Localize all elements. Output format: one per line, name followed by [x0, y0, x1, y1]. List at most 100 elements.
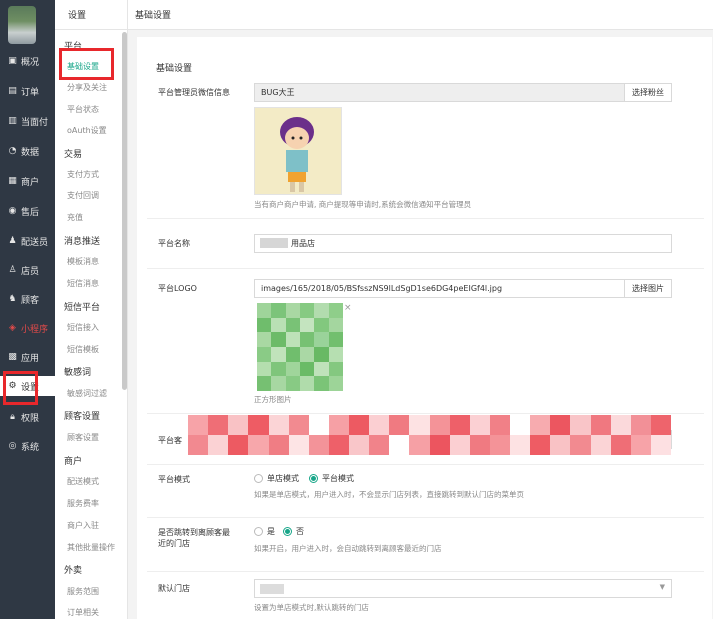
admin-field: BUG大王 — [254, 83, 625, 102]
subnav-customer-settings[interactable]: 顾客设置 — [67, 432, 99, 443]
divider — [147, 571, 704, 572]
divider — [147, 268, 704, 269]
subnav-delivery-mode[interactable]: 配送模式 — [67, 476, 99, 487]
subnav-sms-msg[interactable]: 短信消息 — [67, 278, 99, 289]
subnav-service-rate[interactable]: 服务费率 — [67, 498, 99, 509]
jump-store-hint: 如果开启，用户进入时，会自动跳转到离顾客最近的门店 — [254, 544, 442, 553]
settings-sidebar-title: 设置 — [55, 0, 128, 30]
settings-form: 基础设置 平台管理员微信信息 BUG大王 选择粉丝 当有商户商户申请, 商户提现… — [137, 37, 712, 619]
sidebar-scrollbar[interactable] — [122, 32, 127, 390]
divider — [147, 218, 704, 219]
nav-miniapp[interactable]: ◈ 小程序 — [0, 318, 55, 338]
nav-aftersale[interactable]: ◉ 售后 — [0, 201, 55, 221]
avatar[interactable] — [8, 6, 36, 44]
radio-single-store[interactable]: 单店模式 — [254, 473, 299, 484]
platform-name-label: 平台名称 — [158, 239, 190, 248]
subnav-pay-callback[interactable]: 支付回调 — [67, 190, 99, 201]
divider — [147, 517, 704, 518]
admin-hint: 当有商户商户申请, 商户提现等申请时,系统会微信通知平台管理员 — [254, 200, 472, 209]
clerk-icon: ♙ — [8, 265, 17, 275]
redaction-overlay — [188, 415, 671, 455]
subnav-template-msg[interactable]: 模板消息 — [67, 256, 99, 267]
logo-preview — [257, 303, 343, 391]
chevron-down-icon: ▼ — [659, 583, 665, 591]
nav-overview[interactable]: ▣ 概况 — [0, 51, 55, 71]
subnav-sms-access[interactable]: 短信接入 — [67, 322, 99, 333]
nav-customer[interactable]: ♞ 顾客 — [0, 289, 55, 309]
cartoon-avatar-icon — [255, 108, 341, 194]
nav-settings[interactable]: ⚙ 设置 — [0, 376, 55, 396]
subnav-share[interactable]: 分享及关注 — [67, 82, 107, 93]
nav-apps[interactable]: ▩ 应用 — [0, 347, 55, 367]
miniapp-icon: ◈ — [9, 323, 16, 333]
default-store-label: 默认门店 — [158, 584, 190, 593]
pay-icon: ▥ — [8, 116, 17, 126]
divider — [147, 413, 704, 414]
subnav-batch-ops[interactable]: 其他批量操作 — [67, 542, 115, 553]
divider — [147, 464, 704, 465]
section-title: 基础设置 — [156, 64, 193, 74]
lock-icon: 🔒︎ — [10, 412, 15, 422]
nav-data[interactable]: ◔ 数据 — [0, 141, 55, 161]
subnav-sms-template[interactable]: 短信模板 — [67, 344, 99, 355]
nav-clerk[interactable]: ♙ 店员 — [0, 260, 55, 280]
order-icon: ▤ — [8, 86, 17, 96]
logo-path-input[interactable]: images/165/2018/05/BSfsszNS9lLdSgD1se6DG… — [254, 279, 625, 298]
select-fan-button[interactable]: 选择粉丝 — [624, 83, 672, 102]
group-push: 消息推送 — [64, 237, 101, 247]
group-customer: 顾客设置 — [64, 412, 101, 422]
remove-logo-icon[interactable]: × — [344, 303, 352, 313]
logo-hint: 正方形图片 — [254, 395, 292, 404]
logo-label: 平台LOGO — [158, 284, 197, 293]
subnav-sensitive-filter[interactable]: 敏感词过滤 — [67, 388, 107, 399]
page-header: 基础设置 — [128, 0, 713, 30]
jump-store-label-line2: 近的门店 — [158, 539, 190, 548]
radio-jump-yes[interactable]: 是 — [254, 526, 275, 537]
subnav-service-range[interactable]: 服务范围 — [67, 586, 99, 597]
group-takeout: 外卖 — [64, 566, 83, 576]
nav-merchant[interactable]: ▦ 商户 — [0, 171, 55, 191]
default-store-hint: 设置为单店模式时,默认跳转的门店 — [254, 603, 369, 612]
system-icon: ◎ — [8, 441, 17, 451]
nav-courier[interactable]: ♟ 配送员 — [0, 231, 55, 251]
radio-platform-mode[interactable]: 平台模式 — [309, 473, 354, 484]
nav-system[interactable]: ◎ 系统 — [0, 436, 55, 456]
page-title: 基础设置 — [135, 11, 172, 21]
default-store-select[interactable]: ▼ — [254, 579, 672, 598]
subnav-merchant-join[interactable]: 商户入驻 — [67, 520, 99, 531]
subnav-recharge[interactable]: 充值 — [67, 212, 83, 223]
redacted-store — [260, 584, 284, 594]
radio-jump-no[interactable]: 否 — [283, 526, 304, 537]
gear-icon: ⚙ — [8, 381, 17, 391]
jump-store-label: 是否跳转到离顾客最 — [158, 528, 230, 537]
group-sms-platform: 短信平台 — [64, 303, 101, 313]
apps-icon: ▩ — [8, 352, 17, 362]
nav-pay[interactable]: ▥ 当面付 — [0, 111, 55, 131]
data-icon: ◔ — [8, 146, 17, 156]
courier-icon: ♟ — [8, 236, 17, 246]
subnav-platform-status[interactable]: 平台状态 — [67, 104, 99, 115]
merchant-icon: ▦ — [8, 176, 17, 186]
nav-order[interactable]: ▤ 订单 — [0, 81, 55, 101]
customer-icon: ♞ — [8, 294, 17, 304]
platform-mode-hint: 如果是单店模式，用户进入时，不会显示门店列表，直接跳转到默认门店的菜单页 — [254, 490, 524, 499]
subnav-payment-methods[interactable]: 支付方式 — [67, 169, 99, 180]
main-sidebar: ▣ 概况 ▤ 订单 ▥ 当面付 ◔ 数据 ▦ 商户 ◉ 售后 ♟ 配送员 ♙ 店员 ♞ 顾客 ◈ 小… — [0, 0, 55, 619]
subnav-basic-settings[interactable]: 基础设置 — [67, 61, 99, 72]
platform-mode-label: 平台模式 — [158, 475, 190, 484]
group-sensitive: 敏感词 — [64, 368, 92, 378]
redacted-row-label: 平台客 — [158, 436, 182, 445]
subnav-oauth[interactable]: oAuth设置 — [67, 125, 107, 136]
select-image-button[interactable]: 选择图片 — [624, 279, 672, 298]
group-trade: 交易 — [64, 150, 83, 160]
group-platform: 平台 — [64, 42, 83, 52]
redacted-name — [260, 238, 288, 248]
overview-icon: ▣ — [8, 56, 17, 66]
admin-avatar — [254, 107, 342, 195]
platform-name-input[interactable]: 用品店 — [254, 234, 672, 253]
subnav-order-related[interactable]: 订单相关 — [67, 607, 99, 618]
settings-sidebar: 设置 平台 基础设置 分享及关注 平台状态 oAuth设置 交易 支付方式 支付… — [55, 0, 128, 619]
admin-label: 平台管理员微信信息 — [158, 88, 230, 97]
aftersale-icon: ◉ — [8, 206, 17, 216]
nav-permission[interactable]: 🔒︎ 权限 — [0, 407, 55, 427]
